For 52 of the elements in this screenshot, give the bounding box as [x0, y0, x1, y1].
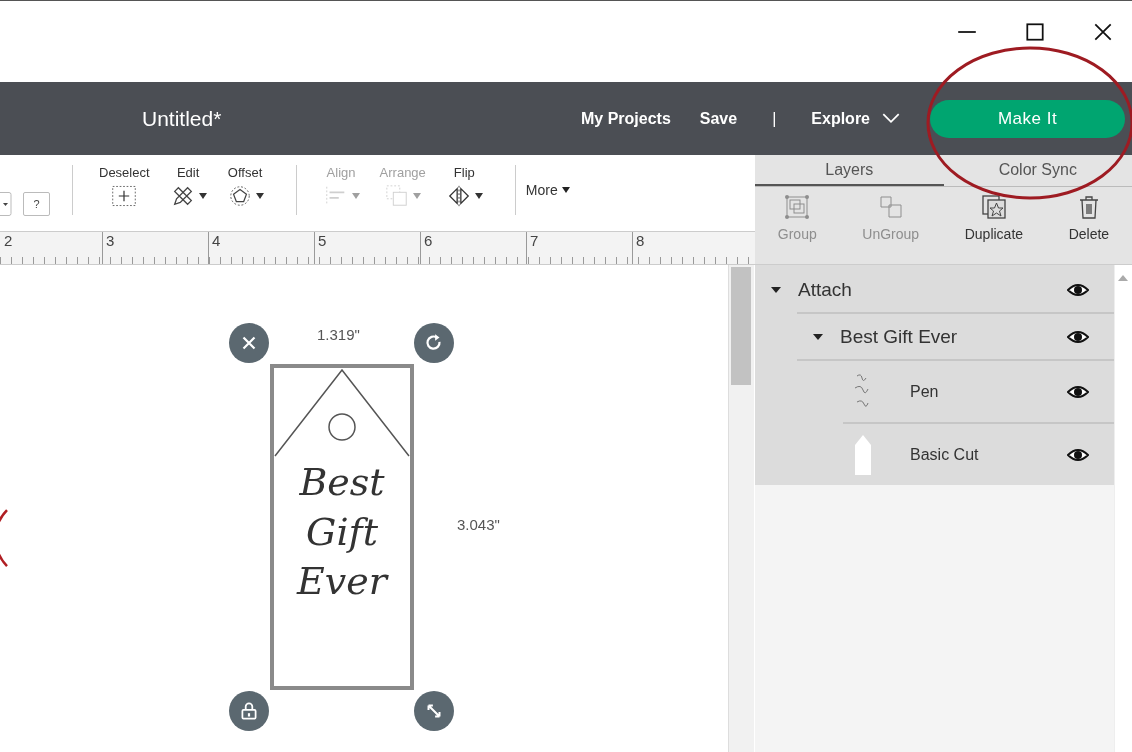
duplicate-icon — [979, 193, 1008, 221]
ruler-number: 4 — [211, 232, 221, 249]
nav-separator: | — [772, 109, 777, 128]
resize-handle[interactable] — [414, 691, 454, 731]
dropdown-caret-icon[interactable] — [0, 192, 12, 216]
height-dimension: 3.043" — [457, 516, 500, 533]
more-menu-button[interactable]: More — [525, 182, 570, 198]
nav-link[interactable]: Save — [699, 109, 738, 128]
ruler-number: 3 — [105, 232, 115, 249]
toolbar-tool-button[interactable]: Deselect — [89, 165, 160, 208]
rotate-handle[interactable] — [414, 323, 454, 363]
layer-name[interactable]: Basic Cut — [910, 445, 1067, 464]
ruler-number: 8 — [635, 232, 645, 249]
tag-script-text: Ever — [297, 559, 387, 605]
deselect-icon — [111, 184, 138, 208]
ruler-number: 6 — [423, 232, 433, 249]
layer-action-button[interactable]: Delete — [1062, 187, 1116, 264]
eye-icon[interactable] — [1067, 447, 1089, 462]
toolbar-tool-button[interactable]: Edit — [159, 165, 217, 208]
group-icon — [783, 193, 812, 221]
layer-name[interactable]: Pen — [910, 382, 1067, 401]
layer-name[interactable]: Attach — [798, 278, 1067, 301]
ruler-number: 5 — [317, 232, 327, 249]
chevron-down-icon — [882, 113, 900, 124]
ruler-number: 7 — [529, 232, 539, 249]
annotation-arc — [0, 508, 8, 568]
toolbar-tool-button[interactable]: Flip — [435, 165, 493, 208]
toolbar-tool-button[interactable]: Offset — [216, 165, 274, 208]
close-icon[interactable] — [1092, 21, 1114, 43]
scrollbar-thumb[interactable] — [731, 267, 751, 385]
delete-handle[interactable] — [229, 323, 269, 363]
document-title: Untitled* — [142, 106, 222, 131]
ruler-number: 2 — [3, 232, 13, 249]
lock-handle[interactable] — [229, 691, 269, 731]
expand-toggle-icon[interactable] — [771, 286, 781, 293]
panel-tab[interactable]: Color Sync — [943, 155, 1132, 186]
eye-icon[interactable] — [1067, 282, 1089, 297]
caret-icon — [561, 187, 570, 193]
nav-link[interactable]: My Projects — [580, 109, 671, 128]
tag-script-text: Gift — [306, 509, 378, 556]
expand-toggle-icon[interactable] — [813, 333, 823, 340]
scrollbar[interactable] — [728, 265, 754, 752]
eye-icon[interactable] — [1067, 329, 1089, 344]
tag-design[interactable]: Best Gift Ever — [270, 364, 414, 690]
layer-action-button[interactable]: Duplicate — [958, 187, 1030, 264]
explore-menu[interactable]: Explore — [811, 109, 900, 128]
maximize-icon[interactable] — [1024, 21, 1046, 43]
layer-name[interactable]: Best Gift Ever — [840, 325, 1067, 348]
eye-icon[interactable] — [1067, 384, 1089, 399]
help-button[interactable]: ? — [23, 192, 50, 216]
tag-script-text: Best — [299, 460, 385, 506]
width-dimension: 1.319" — [317, 326, 360, 343]
